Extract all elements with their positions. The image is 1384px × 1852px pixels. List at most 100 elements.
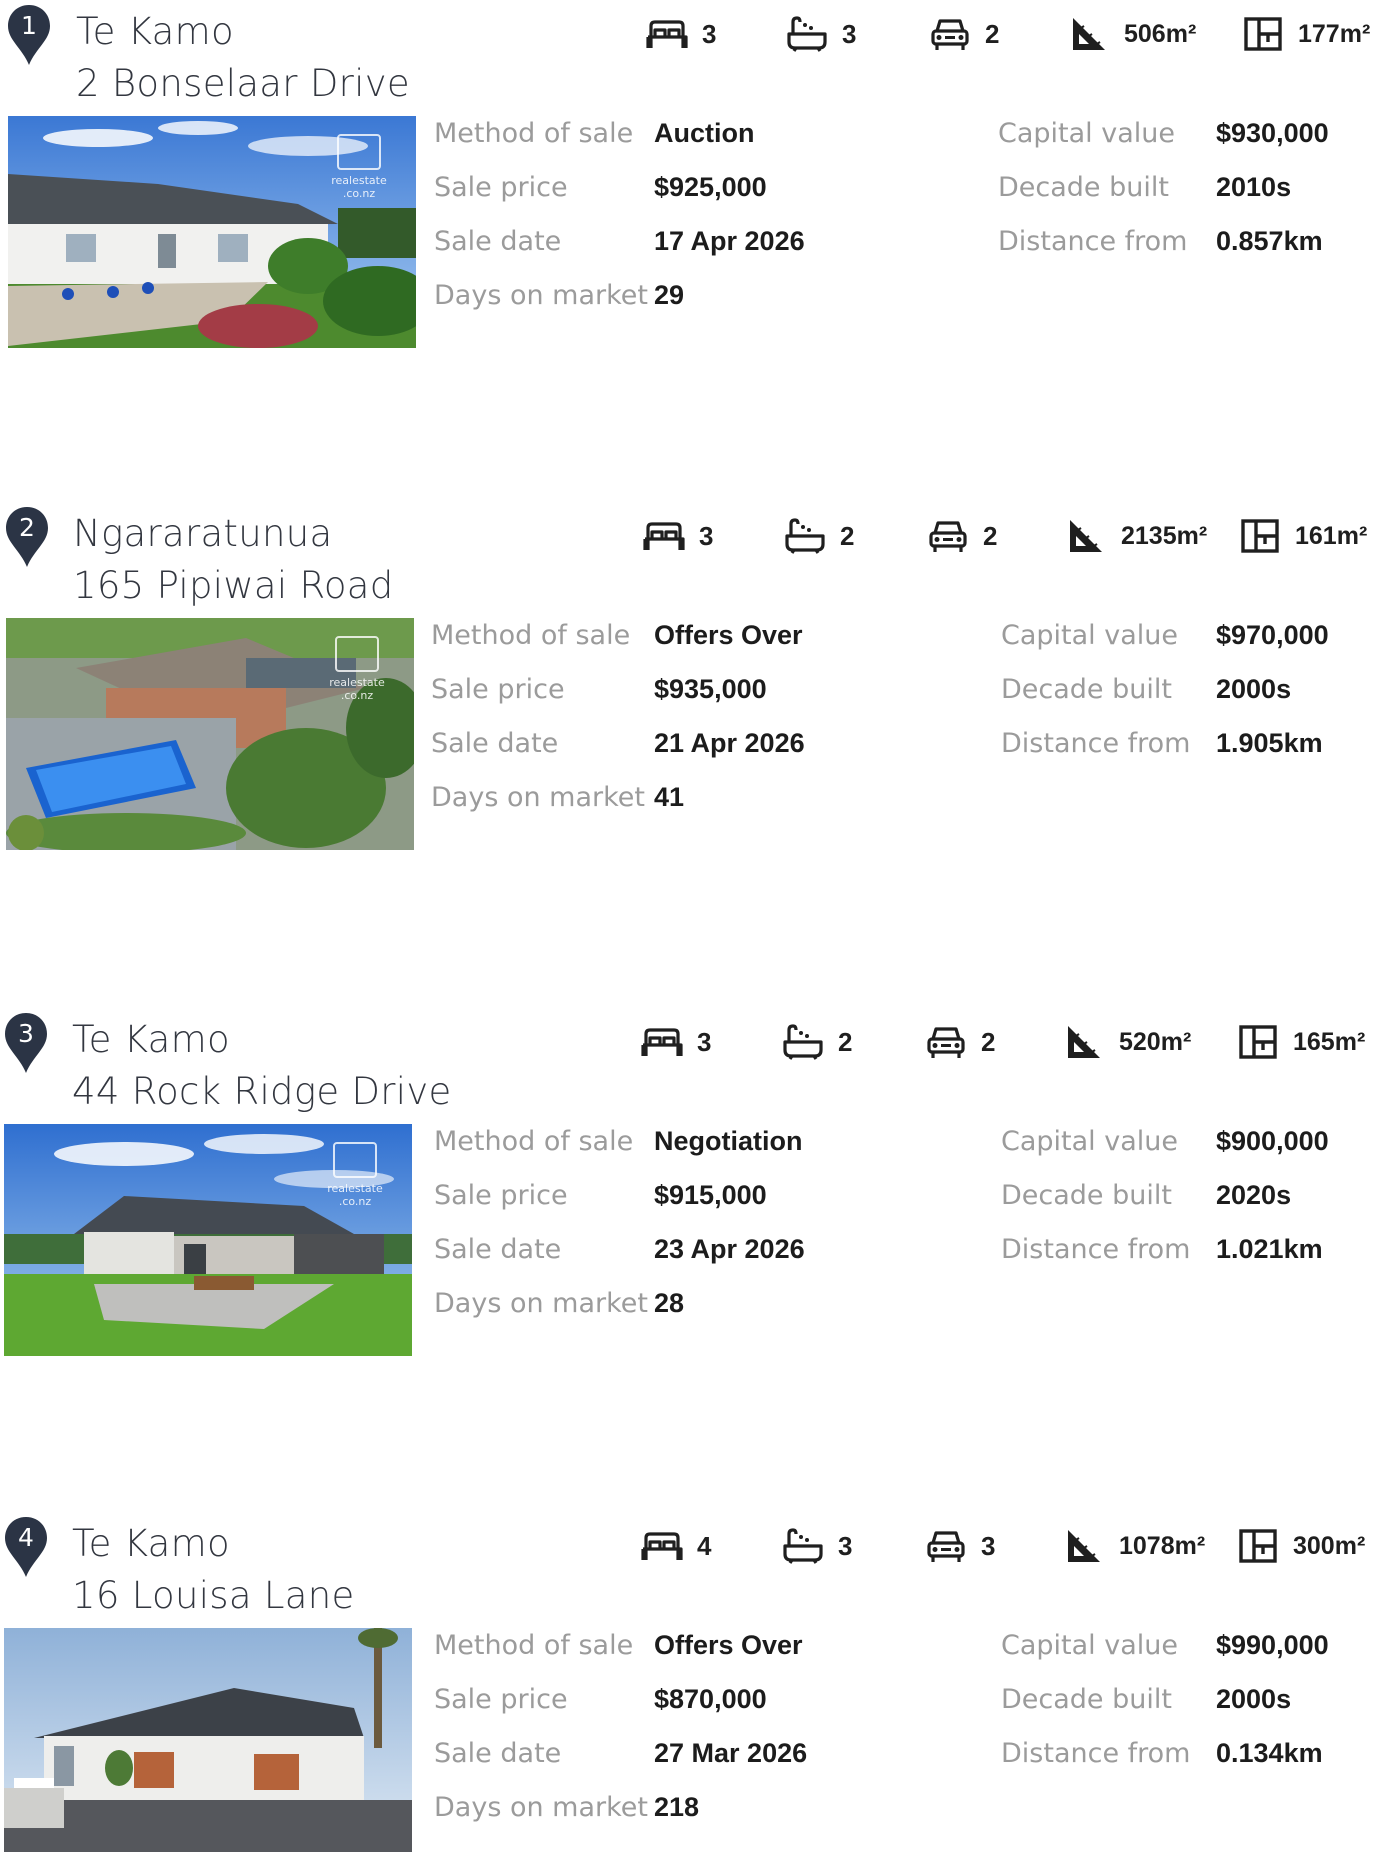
bedrooms-feature: 3 xyxy=(640,1022,711,1062)
method-of-sale-value: Offers Over xyxy=(654,620,803,650)
floor-plan-icon xyxy=(1239,1025,1277,1059)
sale-price-value: $925,000 xyxy=(654,172,767,202)
property-photo[interactable] xyxy=(4,1628,412,1852)
capital-value-value: $900,000 xyxy=(1216,1126,1329,1156)
distance-from-value: 1.905km xyxy=(1216,728,1323,758)
land-area-icon xyxy=(1068,1026,1100,1058)
distance-from-label: Distance from xyxy=(1001,1738,1191,1769)
bedrooms-feature: 3 xyxy=(645,14,716,54)
garages-feature: 2 xyxy=(924,1022,995,1062)
bath-icon xyxy=(785,518,825,554)
sale-date-value: 17 Apr 2026 xyxy=(654,226,805,256)
sale-date-label: Sale date xyxy=(434,226,562,257)
land-area-icon xyxy=(1068,1530,1100,1562)
floor-plan-icon xyxy=(1244,17,1282,51)
map-pin-icon: 2 xyxy=(5,506,49,568)
listing-number: 3 xyxy=(18,1019,34,1048)
land-area-value: 2135m² xyxy=(1121,521,1208,550)
bathrooms-feature: 3 xyxy=(785,14,856,54)
sale-price-label: Sale price xyxy=(434,172,568,203)
days-on-market-label: Days on market xyxy=(431,782,645,813)
method-of-sale-label: Method of sale xyxy=(431,620,631,651)
land-area-value: 1078m² xyxy=(1119,1531,1206,1560)
bathrooms-feature: 2 xyxy=(783,516,854,556)
decade-built-value: 2000s xyxy=(1216,674,1292,704)
days-on-market-value: 218 xyxy=(654,1792,700,1822)
bath-icon xyxy=(783,1024,823,1060)
method-of-sale-value: Auction xyxy=(654,118,755,148)
bath-icon xyxy=(783,1528,823,1564)
listing-address[interactable]: 165 Pipiwai Road xyxy=(73,564,394,607)
listing-number: 4 xyxy=(18,1523,34,1552)
method-of-sale-value: Offers Over xyxy=(654,1630,803,1660)
days-on-market-value: 29 xyxy=(654,280,685,310)
listing-card[interactable]: 4 Te Kamo 16 Louisa Lane 4 3 3 1078m² 30… xyxy=(0,1512,1384,1852)
days-on-market-value: 41 xyxy=(654,782,685,812)
car-icon xyxy=(929,521,967,552)
bathrooms-feature: 2 xyxy=(781,1022,852,1062)
bedrooms-count: 3 xyxy=(697,1026,712,1057)
days-on-market-label: Days on market xyxy=(434,280,648,311)
photo-watermark: realestate .co.nz xyxy=(320,1142,390,1208)
map-pin-icon: 1 xyxy=(7,4,51,66)
distance-from-label: Distance from xyxy=(998,226,1188,257)
floor-plan-icon xyxy=(1241,519,1279,553)
bedrooms-count: 3 xyxy=(699,520,714,551)
method-of-sale-label: Method of sale xyxy=(434,1126,634,1157)
listing-card[interactable]: 1 Te Kamo 2 Bonselaar Drive 3 3 2 506m² … xyxy=(0,0,1384,348)
map-pin-icon: 3 xyxy=(4,1012,48,1074)
car-icon xyxy=(931,19,969,50)
bathrooms-count: 3 xyxy=(842,18,857,49)
bed-icon xyxy=(641,1532,683,1560)
bedrooms-feature: 3 xyxy=(642,516,713,556)
floor-area-feature: 177m² xyxy=(1241,14,1370,54)
method-of-sale-label: Method of sale xyxy=(434,1630,634,1661)
listing-suburb: Te Kamo xyxy=(72,1522,230,1565)
bathrooms-feature: 3 xyxy=(781,1526,852,1566)
bathrooms-count: 2 xyxy=(838,1026,853,1057)
bathrooms-count: 3 xyxy=(838,1530,853,1561)
floor-area-feature: 300m² xyxy=(1236,1526,1365,1566)
garages-feature: 3 xyxy=(924,1526,995,1566)
sale-date-label: Sale date xyxy=(431,728,559,759)
land-area-icon xyxy=(1070,520,1102,552)
property-photo[interactable]: realestate .co.nz xyxy=(4,1124,412,1356)
sale-date-label: Sale date xyxy=(434,1234,562,1265)
distance-from-value: 0.857km xyxy=(1216,226,1323,256)
sale-date-value: 27 Mar 2026 xyxy=(654,1738,808,1768)
bed-icon xyxy=(646,20,688,48)
bedrooms-count: 4 xyxy=(697,1530,712,1561)
car-icon xyxy=(927,1027,965,1058)
days-on-market-label: Days on market xyxy=(434,1792,648,1823)
listing-card[interactable]: 3 Te Kamo 44 Rock Ridge Drive 3 2 2 520m… xyxy=(0,1008,1384,1356)
listing-number: 2 xyxy=(19,513,35,542)
photo-watermark: realestate .co.nz xyxy=(322,636,392,702)
listing-address[interactable]: 16 Louisa Lane xyxy=(72,1574,355,1617)
listing-address[interactable]: 44 Rock Ridge Drive xyxy=(72,1070,452,1113)
sale-price-label: Sale price xyxy=(434,1684,568,1715)
property-photo[interactable]: realestate .co.nz xyxy=(8,116,416,348)
method-of-sale-label: Method of sale xyxy=(434,118,634,149)
property-photo[interactable]: realestate .co.nz xyxy=(6,618,414,850)
listing-card[interactable]: 2 Ngararatunua 165 Pipiwai Road 3 2 2 21… xyxy=(0,502,1384,850)
decade-built-label: Decade built xyxy=(1001,674,1172,705)
bathrooms-count: 2 xyxy=(840,520,855,551)
method-of-sale-value: Negotiation xyxy=(654,1126,803,1156)
listing-suburb: Te Kamo xyxy=(72,1018,230,1061)
floor-area-value: 165m² xyxy=(1293,1027,1366,1056)
bedrooms-count: 3 xyxy=(702,18,717,49)
land-area-feature: 1078m² xyxy=(1062,1526,1205,1566)
distance-from-label: Distance from xyxy=(1001,1234,1191,1265)
floor-plan-icon xyxy=(1239,1529,1277,1563)
distance-from-value: 1.021km xyxy=(1216,1234,1323,1264)
sale-price-value: $915,000 xyxy=(654,1180,767,1210)
capital-value-label: Capital value xyxy=(1001,620,1179,651)
car-icon xyxy=(927,1531,965,1562)
bed-icon xyxy=(641,1028,683,1056)
garages-count: 2 xyxy=(985,18,1000,49)
garages-feature: 2 xyxy=(928,14,999,54)
land-area-feature: 506m² xyxy=(1067,14,1196,54)
listing-address[interactable]: 2 Bonselaar Drive xyxy=(76,62,410,105)
decade-built-value: 2000s xyxy=(1216,1684,1292,1714)
sale-price-label: Sale price xyxy=(431,674,565,705)
